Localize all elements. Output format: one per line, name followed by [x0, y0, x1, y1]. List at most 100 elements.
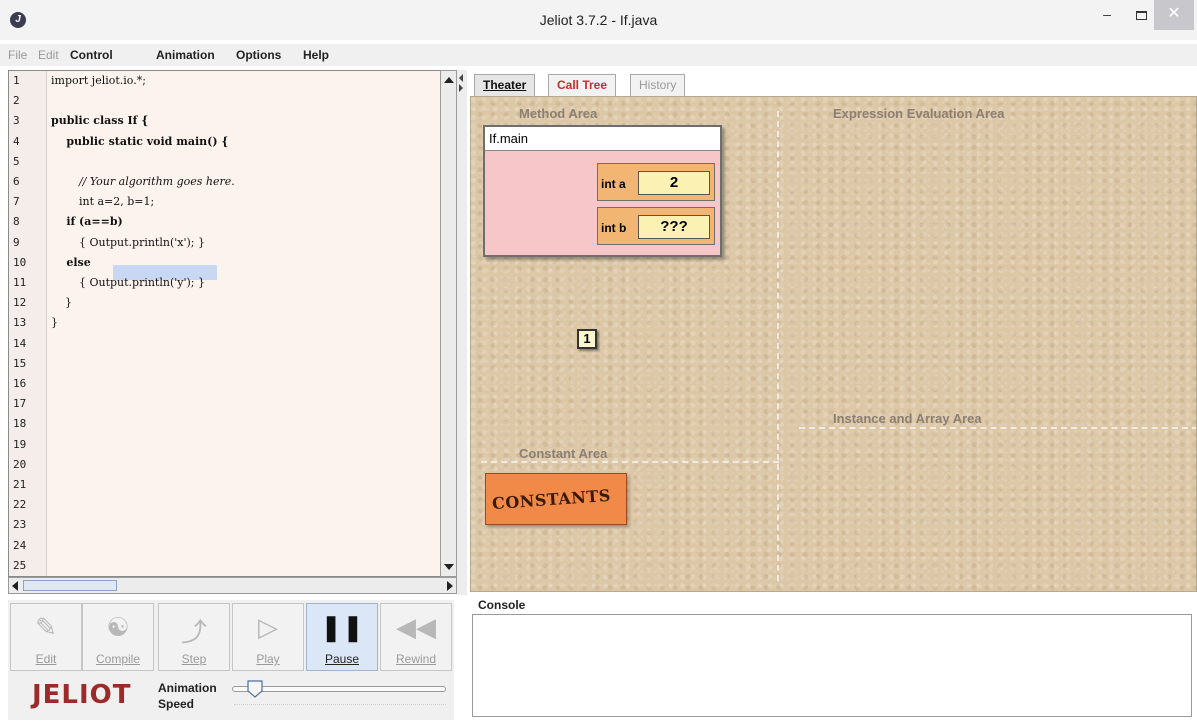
close-button[interactable]: ✕: [1154, 0, 1194, 30]
code-line: if (a==b): [51, 215, 123, 229]
compile-button[interactable]: ☯ Compile: [82, 603, 154, 671]
line-number: 3: [13, 114, 20, 128]
speed-slider-thumb[interactable]: [247, 680, 263, 698]
collapse-left-icon[interactable]: [459, 74, 463, 82]
edit-button[interactable]: ✎ Edit: [10, 603, 82, 671]
title-bar: J Jeliot 3.7.2 - If.java – ✕: [0, 0, 1197, 40]
window-title: Jeliot 3.7.2 - If.java: [539, 12, 658, 28]
line-number: 12: [13, 296, 27, 310]
menu-help[interactable]: Help: [303, 48, 329, 62]
scroll-right-icon[interactable]: [447, 581, 453, 591]
line-number: 23: [13, 518, 27, 532]
animation-speed-label: Animation Speed: [158, 680, 217, 712]
rewind-icon: ◀◀: [396, 612, 436, 642]
line-number: 22: [13, 498, 27, 512]
line-number: 19: [13, 437, 27, 451]
line-number: 15: [13, 356, 27, 370]
line-number: 10: [13, 255, 27, 269]
maximize-button[interactable]: [1124, 0, 1158, 30]
line-number: 8: [13, 215, 20, 229]
split-pane-divider[interactable]: [457, 70, 467, 595]
menu-options[interactable]: Options: [236, 48, 281, 62]
line-number: 17: [13, 397, 27, 411]
variable-box: int b ???: [597, 207, 715, 245]
play-button[interactable]: ▷ Play: [232, 603, 304, 671]
code-line: }: [51, 316, 58, 330]
line-number: 21: [13, 478, 27, 491]
editor-vertical-scrollbar[interactable]: [440, 70, 457, 577]
scroll-down-icon[interactable]: [444, 564, 454, 570]
console-label: Console: [478, 598, 526, 612]
compile-icon: ☯: [106, 612, 130, 642]
menu-file[interactable]: File: [8, 48, 27, 62]
code-line: { Output.println('x'); }: [51, 235, 205, 249]
code-line: public class If {: [51, 114, 149, 128]
animation-speed-slider[interactable]: [232, 686, 446, 692]
edit-icon: ✎: [35, 612, 57, 642]
minimize-button[interactable]: –: [1090, 0, 1124, 30]
menu-bar: File Edit Control Animation Options Help: [0, 44, 1197, 66]
scroll-left-icon[interactable]: [12, 581, 18, 591]
view-tabs: Theater Call Tree History: [472, 72, 1197, 96]
jeliot-logo: JELIOT: [32, 680, 132, 710]
collapse-right-icon[interactable]: [459, 84, 463, 92]
pause-button[interactable]: ❚❚ Pause: [306, 603, 378, 671]
line-number: 11: [13, 276, 27, 289]
method-area-label: Method Area: [519, 106, 598, 121]
play-button-label: Play: [256, 652, 280, 666]
line-number: 1: [13, 74, 20, 87]
editor-horizontal-scrollbar[interactable]: [8, 577, 457, 594]
variable-label: int a: [601, 177, 626, 191]
line-number: 13: [13, 316, 27, 330]
line-number: 9: [13, 235, 20, 249]
line-number: 20: [13, 457, 27, 471]
line-number: 16: [13, 377, 27, 390]
code-line: }: [51, 296, 72, 310]
code-line: // Your algorithm goes here.: [51, 175, 235, 188]
line-number: 14: [13, 336, 27, 350]
code-line: else: [51, 255, 91, 269]
pause-icon: ❚❚: [320, 612, 364, 642]
code-editor[interactable]: 1 2 3 4 5 6 7 8 9 10 11 12 13 14 15 16 17 18 19 20 21 22 23 24 2…: [8, 70, 448, 577]
area-divider-instance: [799, 427, 1196, 429]
line-number: 7: [13, 195, 20, 209]
line-number: 25: [13, 558, 27, 572]
tab-call-tree[interactable]: Call Tree: [548, 74, 617, 96]
theater-panel: Method Area Expression Evaluation Area I…: [470, 96, 1197, 592]
maximize-icon: [1135, 10, 1147, 20]
expression-area-label: Expression Evaluation Area: [833, 106, 1005, 121]
instance-area-label: Instance and Array Area: [833, 411, 982, 426]
evaluated-literal: 1: [577, 329, 597, 349]
variable-value: 2: [638, 171, 710, 195]
step-button-label: Step: [181, 652, 207, 666]
line-number: 2: [13, 94, 20, 108]
edit-button-label: Edit: [35, 652, 57, 666]
line-number: 24: [13, 538, 27, 552]
compile-button-label: Compile: [95, 652, 140, 666]
step-button[interactable]: ⤴ Step: [158, 603, 230, 671]
slider-ticks: [234, 704, 446, 710]
area-divider-constant: [481, 461, 779, 463]
menu-animation[interactable]: Animation: [156, 48, 215, 62]
code-line: import jeliot.io.*;: [51, 74, 146, 87]
method-frame-title: If.main: [485, 127, 720, 151]
menu-edit[interactable]: Edit: [38, 48, 59, 62]
line-number-gutter: 1 2 3 4 5 6 7 8 9 10 11 12 13 14 15 16 17 18 19 20 21 22 23 24 2…: [9, 71, 47, 576]
tab-theater[interactable]: Theater: [474, 74, 536, 96]
menu-control[interactable]: Control: [70, 48, 113, 62]
console-output[interactable]: [472, 614, 1192, 717]
line-number: 5: [13, 154, 20, 168]
line-number: 18: [13, 417, 27, 431]
line-number: 6: [13, 175, 20, 188]
rewind-button[interactable]: ◀◀ Rewind: [380, 603, 452, 671]
code-line: public static void main() {: [51, 134, 229, 148]
horizontal-scroll-thumb[interactable]: [23, 580, 117, 591]
variable-box: int a 2: [597, 163, 715, 201]
step-icon: ⤴: [180, 617, 207, 647]
constants-label: CONSTANTS: [491, 485, 612, 514]
code-line: int a=2, b=1;: [51, 195, 155, 209]
area-divider-vertical: [777, 111, 779, 581]
tab-history[interactable]: History: [630, 74, 686, 96]
rewind-button-label: Rewind: [395, 652, 437, 666]
scroll-up-icon[interactable]: [444, 77, 454, 83]
